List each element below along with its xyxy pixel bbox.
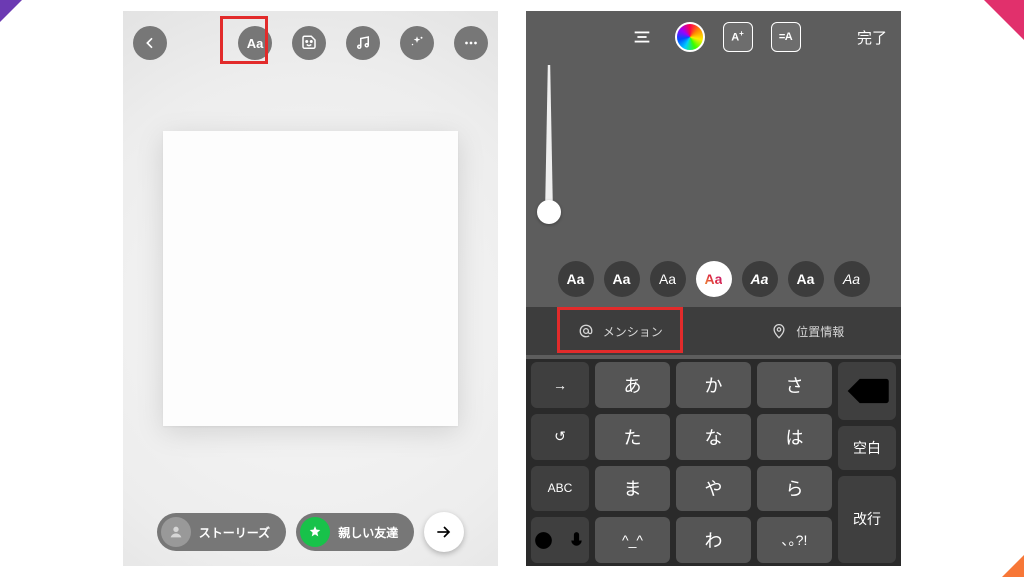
mic-icon <box>564 528 589 553</box>
stage: Aa <box>0 0 1024 577</box>
key-emoji[interactable]: ^_^ <box>595 517 670 563</box>
star-icon <box>308 525 322 539</box>
share-close-friends-button[interactable]: 親しい友達 <box>296 513 414 551</box>
font-size-slider[interactable] <box>540 65 558 235</box>
keyboard: → ↺ ABC あ か さ た な は ま や <box>526 359 901 566</box>
backspace-icon <box>838 362 896 420</box>
back-button[interactable] <box>133 26 167 60</box>
globe-icon <box>531 528 556 553</box>
left-bottom-bar: ストーリーズ 親しい友達 <box>123 512 498 552</box>
share-stories-label: ストーリーズ <box>199 524 270 541</box>
font-option-1[interactable]: Aa <box>604 261 640 297</box>
text-size-button[interactable]: A <box>723 22 753 52</box>
text-tool-button[interactable]: Aa <box>238 26 272 60</box>
effects-button[interactable] <box>400 26 434 60</box>
share-close-friends-label: 親しい友達 <box>338 524 398 541</box>
key-sa[interactable]: さ <box>757 362 832 408</box>
location-chip[interactable]: 位置情報 <box>714 307 902 355</box>
text-align-button[interactable] <box>627 22 657 52</box>
done-button[interactable]: 完了 <box>857 27 887 48</box>
font-option-6[interactable]: Aa <box>834 261 870 297</box>
left-toolbar: Aa <box>123 21 498 65</box>
font-option-0[interactable]: Aa <box>558 261 594 297</box>
key-space[interactable]: 空白 <box>838 426 896 470</box>
sparkles-icon <box>408 34 426 52</box>
key-abc[interactable]: ABC <box>531 466 589 512</box>
color-picker-button[interactable] <box>675 22 705 52</box>
more-icon <box>462 34 480 52</box>
sticker-icon <box>300 34 318 52</box>
share-stories-button[interactable]: ストーリーズ <box>157 513 286 551</box>
music-button[interactable] <box>346 26 380 60</box>
location-icon <box>770 322 788 340</box>
slider-track <box>545 65 553 215</box>
key-return[interactable]: 改行 <box>838 476 896 563</box>
suggestion-bar: メンション 位置情報 <box>526 307 901 355</box>
mention-chip[interactable]: メンション <box>526 307 714 355</box>
chevron-left-icon <box>142 35 158 51</box>
key-ya[interactable]: や <box>676 466 751 512</box>
mention-label: メンション <box>603 323 663 340</box>
key-ha[interactable]: は <box>757 414 832 460</box>
decor-corner-br <box>1002 555 1024 577</box>
key-ma[interactable]: ま <box>595 466 670 512</box>
avatar-icon <box>161 517 191 547</box>
key-ta[interactable]: た <box>595 414 670 460</box>
font-style-row: Aa Aa Aa Aa Aa Aa Aa <box>526 255 901 303</box>
key-globe-mic[interactable] <box>531 517 589 563</box>
person-icon <box>168 524 184 540</box>
align-center-icon <box>631 26 653 48</box>
font-option-2[interactable]: Aa <box>650 261 686 297</box>
font-option-selected[interactable]: Aa <box>696 261 732 297</box>
send-button[interactable] <box>424 512 464 552</box>
sticker-button[interactable] <box>292 26 326 60</box>
key-wa[interactable]: わ <box>676 517 751 563</box>
key-a[interactable]: あ <box>595 362 670 408</box>
key-na[interactable]: な <box>676 414 751 460</box>
arrow-right-icon <box>434 522 454 542</box>
key-undo[interactable]: ↺ <box>531 414 589 460</box>
mention-icon <box>577 322 595 340</box>
font-option-4[interactable]: Aa <box>742 261 778 297</box>
key-backspace[interactable] <box>838 362 896 420</box>
font-option-5[interactable]: Aa <box>788 261 824 297</box>
key-ka[interactable]: か <box>676 362 751 408</box>
decor-corner-tr <box>984 0 1024 40</box>
decor-corner-tl <box>0 0 22 22</box>
text-background-button[interactable]: =A <box>771 22 801 52</box>
star-badge <box>300 517 330 547</box>
slider-knob[interactable] <box>537 200 561 224</box>
story-canvas[interactable] <box>163 131 458 426</box>
more-button[interactable] <box>454 26 488 60</box>
key-ra[interactable]: ら <box>757 466 832 512</box>
key-tab[interactable]: → <box>531 362 589 408</box>
right-toolbar: A =A 完了 <box>526 17 901 57</box>
text-tool-label: Aa <box>247 36 264 51</box>
phone-left-story-editor: Aa <box>123 11 498 566</box>
key-punct[interactable]: ､｡?! <box>757 517 832 563</box>
phone-right-text-entry: A =A 完了 Aa Aa Aa Aa Aa Aa Aa メンション 位置情報 <box>526 11 901 566</box>
location-label: 位置情報 <box>796 323 844 340</box>
music-icon <box>354 34 372 52</box>
